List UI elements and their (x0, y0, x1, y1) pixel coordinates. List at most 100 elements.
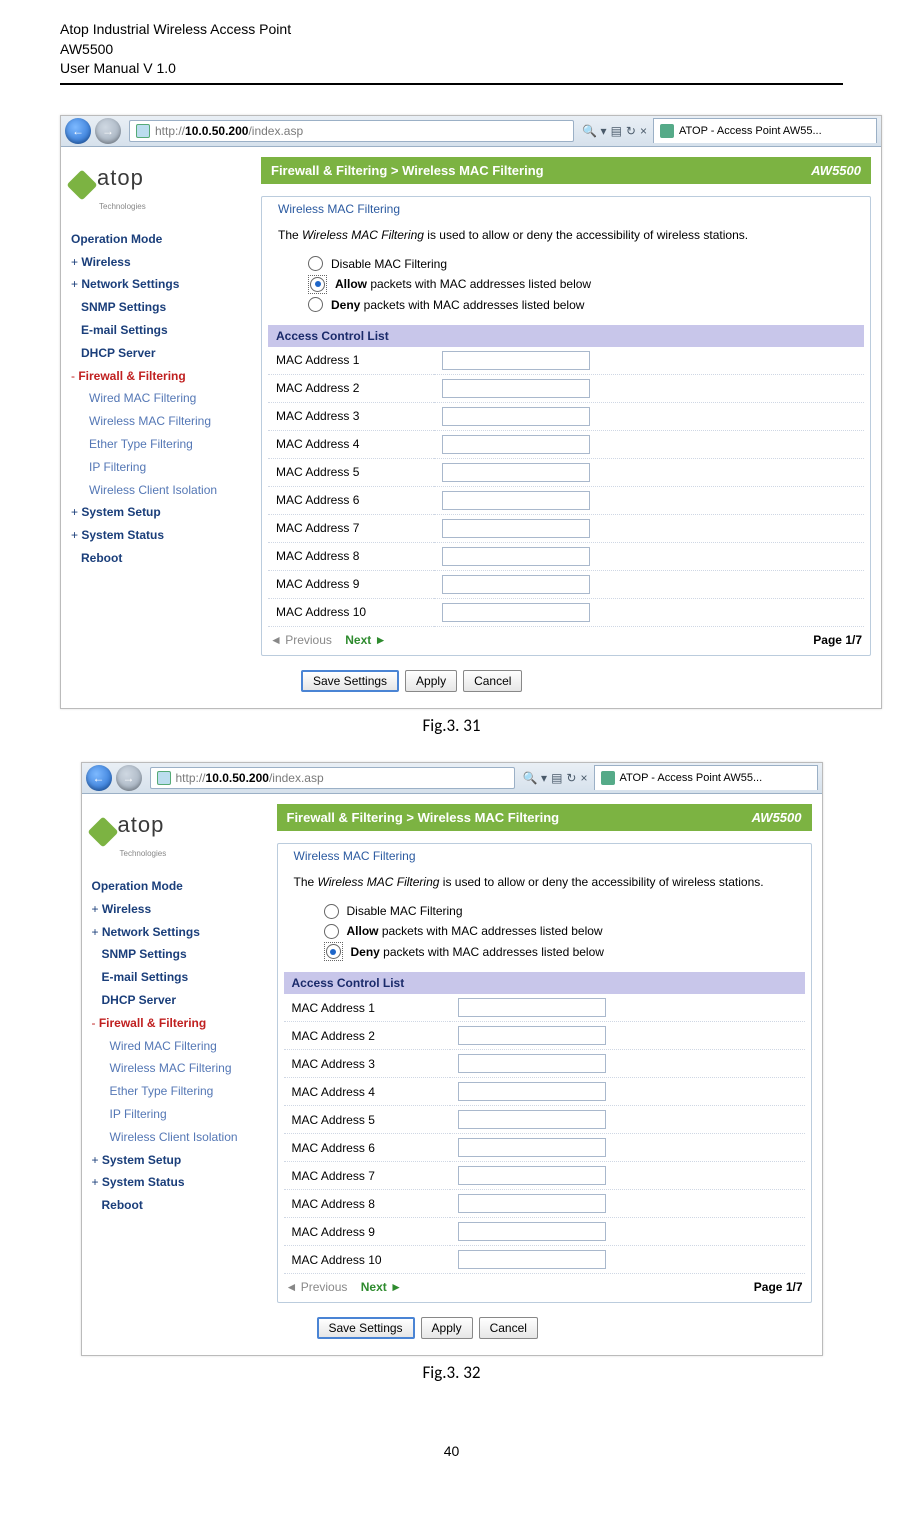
nav-ether-type[interactable]: Ether Type Filtering (92, 1080, 267, 1103)
refresh-icon[interactable]: ↻ (626, 124, 636, 138)
prev-link[interactable]: ◄ Previous (286, 1280, 348, 1294)
mac-input[interactable] (442, 351, 590, 370)
next-link[interactable]: Next ► (345, 633, 386, 647)
mac-input[interactable] (442, 407, 590, 426)
radio-allow[interactable]: Allow packets with MAC addresses listed … (308, 274, 864, 294)
filter-mode-radios: Disable MAC Filtering Allow packets with… (284, 901, 805, 972)
nav-network[interactable]: + Network Settings (71, 273, 251, 296)
forward-button[interactable]: → (95, 118, 121, 144)
mac-input[interactable] (458, 1166, 606, 1185)
table-row: MAC Address 10 (284, 1246, 805, 1274)
nav-dhcp[interactable]: DHCP Server (92, 989, 267, 1012)
nav-system-setup[interactable]: + System Setup (71, 501, 251, 524)
nav-system-setup[interactable]: + System Setup (92, 1149, 267, 1172)
mac-label: MAC Address 10 (284, 1246, 450, 1274)
mac-input[interactable] (458, 998, 606, 1017)
mac-input[interactable] (458, 1138, 606, 1157)
compat-icon[interactable]: ▤ (611, 124, 622, 138)
save-button[interactable]: Save Settings (301, 670, 399, 692)
mac-input[interactable] (458, 1026, 606, 1045)
table-row: MAC Address 2 (268, 374, 864, 402)
apply-button[interactable]: Apply (421, 1317, 473, 1339)
search-icon[interactable]: 🔍 ▾ (523, 771, 547, 785)
prev-link[interactable]: ◄ Previous (270, 633, 332, 647)
nav-wired-mac[interactable]: Wired MAC Filtering (92, 1035, 267, 1058)
cancel-button[interactable]: Cancel (463, 670, 522, 692)
mac-label: MAC Address 5 (284, 1106, 450, 1134)
mac-label: MAC Address 8 (268, 542, 434, 570)
mac-input[interactable] (442, 379, 590, 398)
nav-reboot[interactable]: Reboot (71, 547, 251, 570)
stop-icon[interactable]: × (640, 124, 647, 138)
search-icon[interactable]: 🔍 ▾ (582, 124, 606, 138)
mac-input[interactable] (442, 519, 590, 538)
nav-operation-mode[interactable]: Operation Mode (71, 228, 251, 251)
address-bar[interactable]: http://10.0.50.200/index.asp (129, 120, 574, 142)
radio-deny[interactable]: Deny packets with MAC addresses listed b… (324, 942, 805, 962)
nav-system-status[interactable]: + System Status (71, 524, 251, 547)
nav-email[interactable]: E-mail Settings (92, 966, 267, 989)
table-row: MAC Address 9 (284, 1218, 805, 1246)
nav-wireless[interactable]: + Wireless (92, 898, 267, 921)
nav-ip-filter[interactable]: IP Filtering (71, 456, 251, 479)
figure-caption-2: Fig.3. 32 (60, 1362, 843, 1383)
nav-ether-type[interactable]: Ether Type Filtering (71, 433, 251, 456)
nav-dhcp[interactable]: DHCP Server (71, 342, 251, 365)
mac-input[interactable] (458, 1250, 606, 1269)
nav-snmp[interactable]: SNMP Settings (92, 943, 267, 966)
nav-system-status[interactable]: + System Status (92, 1171, 267, 1194)
mac-input[interactable] (442, 435, 590, 454)
forward-button[interactable]: → (116, 765, 142, 791)
nav-reboot[interactable]: Reboot (92, 1194, 267, 1217)
mac-input[interactable] (442, 547, 590, 566)
mac-input[interactable] (458, 1222, 606, 1241)
mac-label: MAC Address 10 (268, 598, 434, 626)
radio-deny[interactable]: Deny packets with MAC addresses listed b… (308, 295, 864, 315)
doc-header: Atop Industrial Wireless Access Point AW… (60, 20, 843, 79)
stop-icon[interactable]: × (580, 771, 587, 785)
mac-input[interactable] (458, 1054, 606, 1073)
acl-body: MAC Address 1MAC Address 2MAC Address 3M… (284, 994, 805, 1274)
mac-input[interactable] (442, 575, 590, 594)
cancel-button[interactable]: Cancel (479, 1317, 538, 1339)
mac-input[interactable] (442, 491, 590, 510)
mac-input[interactable] (442, 603, 590, 622)
radio-allow[interactable]: Allow packets with MAC addresses listed … (324, 921, 805, 941)
mac-label: MAC Address 3 (268, 402, 434, 430)
mac-label: MAC Address 6 (284, 1134, 450, 1162)
nav-wireless-mac[interactable]: Wireless MAC Filtering (92, 1057, 267, 1080)
nav-snmp[interactable]: SNMP Settings (71, 296, 251, 319)
nav-operation-mode[interactable]: Operation Mode (92, 875, 267, 898)
apply-button[interactable]: Apply (405, 670, 457, 692)
nav-wired-mac[interactable]: Wired MAC Filtering (71, 387, 251, 410)
mac-input[interactable] (458, 1194, 606, 1213)
logo-icon (87, 817, 118, 848)
mac-input[interactable] (458, 1110, 606, 1129)
address-bar[interactable]: http://10.0.50.200/index.asp (150, 767, 515, 789)
nav-firewall[interactable]: - Firewall & Filtering (71, 365, 251, 388)
next-link[interactable]: Next ► (361, 1280, 402, 1294)
back-button[interactable]: ← (65, 118, 91, 144)
nav-wireless[interactable]: + Wireless (71, 251, 251, 274)
mac-label: MAC Address 4 (284, 1078, 450, 1106)
nav-ip-filter[interactable]: IP Filtering (92, 1103, 267, 1126)
mac-input[interactable] (442, 463, 590, 482)
back-button[interactable]: ← (86, 765, 112, 791)
nav-email[interactable]: E-mail Settings (71, 319, 251, 342)
radio-disable[interactable]: Disable MAC Filtering (308, 254, 864, 274)
nav-firewall[interactable]: - Firewall & Filtering (92, 1012, 267, 1035)
browser-tab[interactable]: ATOP - Access Point AW55... (653, 118, 877, 143)
save-button[interactable]: Save Settings (317, 1317, 415, 1339)
nav-wireless-mac[interactable]: Wireless MAC Filtering (71, 410, 251, 433)
nav-client-isolation[interactable]: Wireless Client Isolation (92, 1126, 267, 1149)
url-text: http://10.0.50.200/index.asp (176, 771, 324, 785)
nav-network[interactable]: + Network Settings (92, 921, 267, 944)
radio-disable[interactable]: Disable MAC Filtering (324, 901, 805, 921)
mac-input[interactable] (458, 1082, 606, 1101)
mac-label: MAC Address 3 (284, 1050, 450, 1078)
mac-label: MAC Address 4 (268, 430, 434, 458)
browser-tab[interactable]: ATOP - Access Point AW55... (594, 765, 818, 790)
refresh-icon[interactable]: ↻ (566, 771, 576, 785)
nav-client-isolation[interactable]: Wireless Client Isolation (71, 479, 251, 502)
compat-icon[interactable]: ▤ (551, 771, 562, 785)
